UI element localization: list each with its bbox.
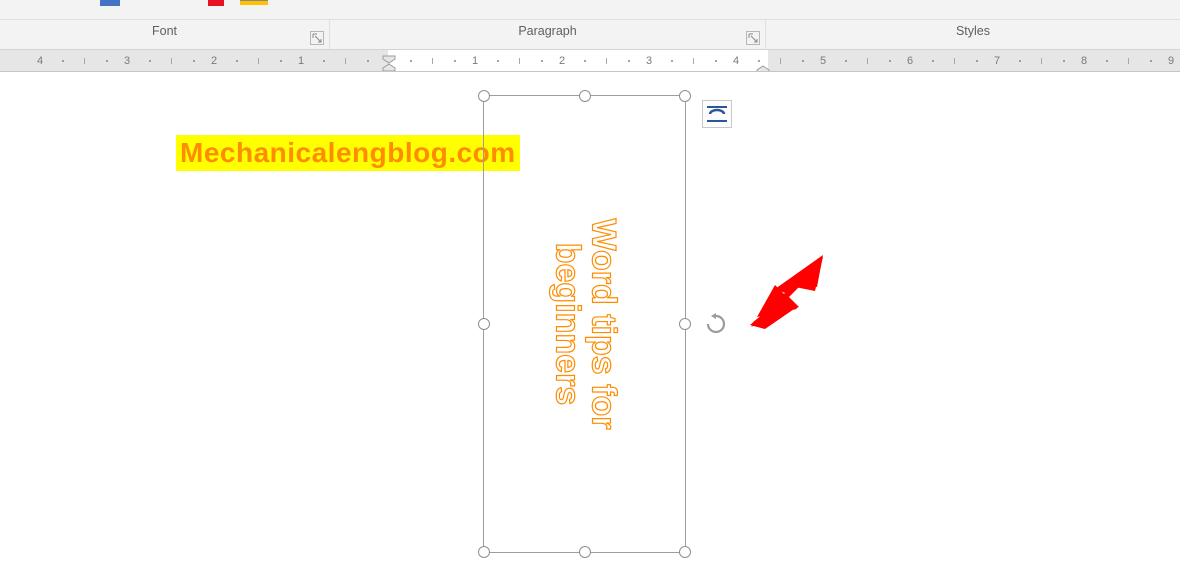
right-indent-marker[interactable] — [756, 61, 770, 72]
horizontal-ruler[interactable]: 4 3 2 1 1 2 3 4 5 6 7 8 9 — [0, 50, 1180, 72]
textbox-line1: Word tips for — [584, 219, 622, 430]
textbox-rotated-text: Word tips for beginners — [549, 219, 620, 430]
textbox-line2: beginners — [549, 243, 587, 405]
resize-handle-top-middle[interactable] — [579, 90, 591, 102]
rotate-handle[interactable] — [705, 313, 727, 335]
resize-handle-bottom-middle[interactable] — [579, 546, 591, 558]
ruler-number: 1 — [472, 50, 478, 72]
layout-options-button[interactable] — [702, 100, 732, 128]
ribbon-group-label: Styles — [956, 24, 990, 38]
ruler-active — [388, 50, 768, 72]
ruler-number: 5 — [820, 50, 826, 72]
highlighted-watermark-text: Mechanicalengblog.com — [176, 135, 520, 171]
ribbon-group-styles: Styles — [766, 20, 1180, 49]
ruler-number: 3 — [646, 50, 652, 72]
ribbon-icon-peek — [240, 0, 268, 8]
resize-handle-bottom-left[interactable] — [478, 546, 490, 558]
ribbon-top-strip — [0, 0, 1180, 20]
hanging-indent-marker[interactable] — [382, 61, 396, 72]
rotate-handle-icon — [705, 313, 727, 335]
textbox-selection[interactable]: Word tips for beginners — [483, 95, 686, 553]
ribbon-group-label: Paragraph — [518, 24, 576, 38]
ruler-number: 9 — [1168, 50, 1174, 72]
ruler-number: 2 — [559, 50, 565, 72]
ribbon-icon-peek — [208, 0, 224, 8]
resize-handle-middle-left[interactable] — [478, 318, 490, 330]
ruler-number: 3 — [124, 50, 130, 72]
layout-options-icon — [706, 104, 728, 124]
resize-handle-bottom-right[interactable] — [679, 546, 691, 558]
arrow-icon — [745, 247, 835, 337]
dialog-launcher-icon — [748, 33, 758, 43]
ribbon-group-font: Font — [0, 20, 330, 49]
ruler-number: 7 — [994, 50, 1000, 72]
dialog-launcher-paragraph[interactable] — [746, 31, 760, 45]
ruler-number: 4 — [37, 50, 43, 72]
document-area[interactable]: Mechanicalengblog.com Word tips for begi… — [0, 72, 1180, 565]
ruler-number: 8 — [1081, 50, 1087, 72]
resize-handle-middle-right[interactable] — [679, 318, 691, 330]
ribbon-groups-row: Font Paragraph Styles — [0, 20, 1180, 50]
annotation-arrow — [745, 247, 835, 337]
ruler-number: 1 — [298, 50, 304, 72]
ruler-margin-right — [768, 50, 1180, 72]
dialog-launcher-icon — [312, 33, 322, 43]
resize-handle-top-right[interactable] — [679, 90, 691, 102]
ribbon-icon-peek — [100, 0, 120, 8]
ribbon-group-label: Font — [152, 24, 177, 38]
ribbon-group-paragraph: Paragraph — [330, 20, 766, 49]
ruler-number: 4 — [733, 50, 739, 72]
ruler-number: 2 — [211, 50, 217, 72]
ruler-number: 6 — [907, 50, 913, 72]
resize-handle-top-left[interactable] — [478, 90, 490, 102]
dialog-launcher-font[interactable] — [310, 31, 324, 45]
